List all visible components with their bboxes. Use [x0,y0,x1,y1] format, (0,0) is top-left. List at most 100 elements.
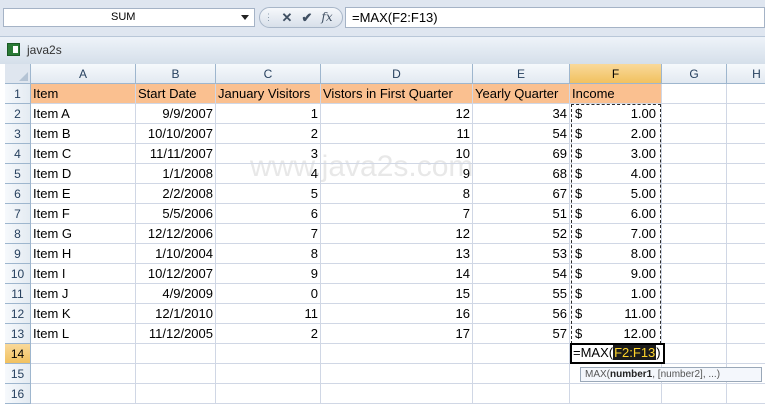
row-header-10[interactable]: 10 [5,264,31,284]
table-cell[interactable]: 2 [216,324,321,344]
table-cell[interactable]: Item H [31,244,136,264]
table-cell[interactable]: 2 [216,124,321,144]
row-header-9[interactable]: 9 [5,244,31,264]
table-cell[interactable]: 52 [473,224,570,244]
enter-icon[interactable]: ✔ [298,9,316,26]
row-header-13[interactable]: 13 [5,324,31,344]
cell[interactable] [727,344,765,364]
income-cell[interactable]: $1.00 [570,104,662,124]
table-cell[interactable]: 69 [473,144,570,164]
column-header-f[interactable]: F [570,64,662,84]
cell[interactable] [727,304,765,324]
cell[interactable] [727,264,765,284]
cell[interactable] [662,124,727,144]
row-header-12[interactable]: 12 [5,304,31,324]
cell[interactable] [136,384,216,404]
function-tooltip[interactable]: MAX(number1, [number2], ...) [580,367,762,382]
table-cell[interactable]: 11 [321,124,473,144]
header-cell[interactable]: January Visitors [216,84,321,104]
table-cell[interactable]: 9/9/2007 [136,104,216,124]
table-cell[interactable]: 10/12/2007 [136,264,216,284]
table-cell[interactable]: 11/12/2005 [136,324,216,344]
cell[interactable] [662,304,727,324]
cell[interactable] [662,104,727,124]
row-header-11[interactable]: 11 [5,284,31,304]
table-cell[interactable]: Item F [31,204,136,224]
table-cell[interactable]: Item J [31,284,136,304]
table-cell[interactable]: 11 [216,304,321,324]
cell[interactable] [727,164,765,184]
cell[interactable] [136,364,216,384]
table-cell[interactable]: 2/2/2008 [136,184,216,204]
cell[interactable] [727,124,765,144]
cell[interactable] [727,324,765,344]
cancel-icon[interactable]: ✕ [278,9,296,26]
table-cell[interactable]: Item A [31,104,136,124]
table-cell[interactable]: Item D [31,164,136,184]
cell[interactable] [321,384,473,404]
name-box[interactable]: SUM [3,8,255,27]
cell[interactable] [727,284,765,304]
table-cell[interactable]: 3 [216,144,321,164]
formula-input[interactable]: =MAX(F2:F13) [345,7,765,28]
income-cell[interactable]: $8.00 [570,244,662,264]
income-cell[interactable]: $3.00 [570,144,662,164]
income-cell[interactable]: $6.00 [570,204,662,224]
cell[interactable] [31,384,136,404]
table-cell[interactable]: 51 [473,204,570,224]
row-header-6[interactable]: 6 [5,184,31,204]
header-cell[interactable]: Vistors in First Quarter [321,84,473,104]
row-header-7[interactable]: 7 [5,204,31,224]
cell[interactable] [136,344,216,364]
cell[interactable] [662,384,727,404]
header-cell[interactable]: Item [31,84,136,104]
row-header-3[interactable]: 3 [5,124,31,144]
table-cell[interactable]: 34 [473,104,570,124]
table-cell[interactable]: 53 [473,244,570,264]
table-cell[interactable]: 7 [216,224,321,244]
cell[interactable] [727,204,765,224]
table-cell[interactable]: Item I [31,264,136,284]
cell[interactable] [662,184,727,204]
column-header-e[interactable]: E [473,64,570,84]
table-cell[interactable]: Item E [31,184,136,204]
row-header-1[interactable]: 1 [5,84,31,104]
cell[interactable] [570,384,662,404]
table-cell[interactable]: 6 [216,204,321,224]
income-cell[interactable]: $4.00 [570,164,662,184]
cell[interactable] [662,244,727,264]
cell[interactable] [473,384,570,404]
table-cell[interactable]: 10 [321,144,473,164]
cell[interactable] [727,384,765,404]
table-cell[interactable]: 15 [321,284,473,304]
column-header-b[interactable]: B [136,64,216,84]
row-header-5[interactable]: 5 [5,164,31,184]
cell[interactable] [662,144,727,164]
table-cell[interactable]: 9 [216,264,321,284]
cell[interactable] [216,384,321,404]
income-cell[interactable]: $2.00 [570,124,662,144]
table-cell[interactable]: 1/1/2008 [136,164,216,184]
table-cell[interactable]: 16 [321,304,473,324]
table-cell[interactable]: 5 [216,184,321,204]
column-header-h[interactable]: H [727,64,765,84]
insert-function-icon[interactable]: fx [318,9,336,26]
table-cell[interactable]: 12/1/2010 [136,304,216,324]
column-header-g[interactable]: G [662,64,727,84]
table-cell[interactable]: 54 [473,124,570,144]
formula-edit-cell[interactable]: =MAX(F2:F13) [570,343,665,364]
cell[interactable] [727,104,765,124]
table-cell[interactable]: 1/10/2004 [136,244,216,264]
table-cell[interactable]: 13 [321,244,473,264]
cell[interactable] [662,324,727,344]
cell[interactable] [321,364,473,384]
table-cell[interactable]: Item G [31,224,136,244]
table-cell[interactable]: 5/5/2006 [136,204,216,224]
table-cell[interactable]: 11/11/2007 [136,144,216,164]
table-cell[interactable]: Item K [31,304,136,324]
cell[interactable] [473,344,570,364]
table-cell[interactable]: 4 [216,164,321,184]
income-cell[interactable]: $12.00 [570,324,662,344]
income-cell[interactable]: $1.00 [570,284,662,304]
row-header-14[interactable]: 14 [5,344,31,364]
